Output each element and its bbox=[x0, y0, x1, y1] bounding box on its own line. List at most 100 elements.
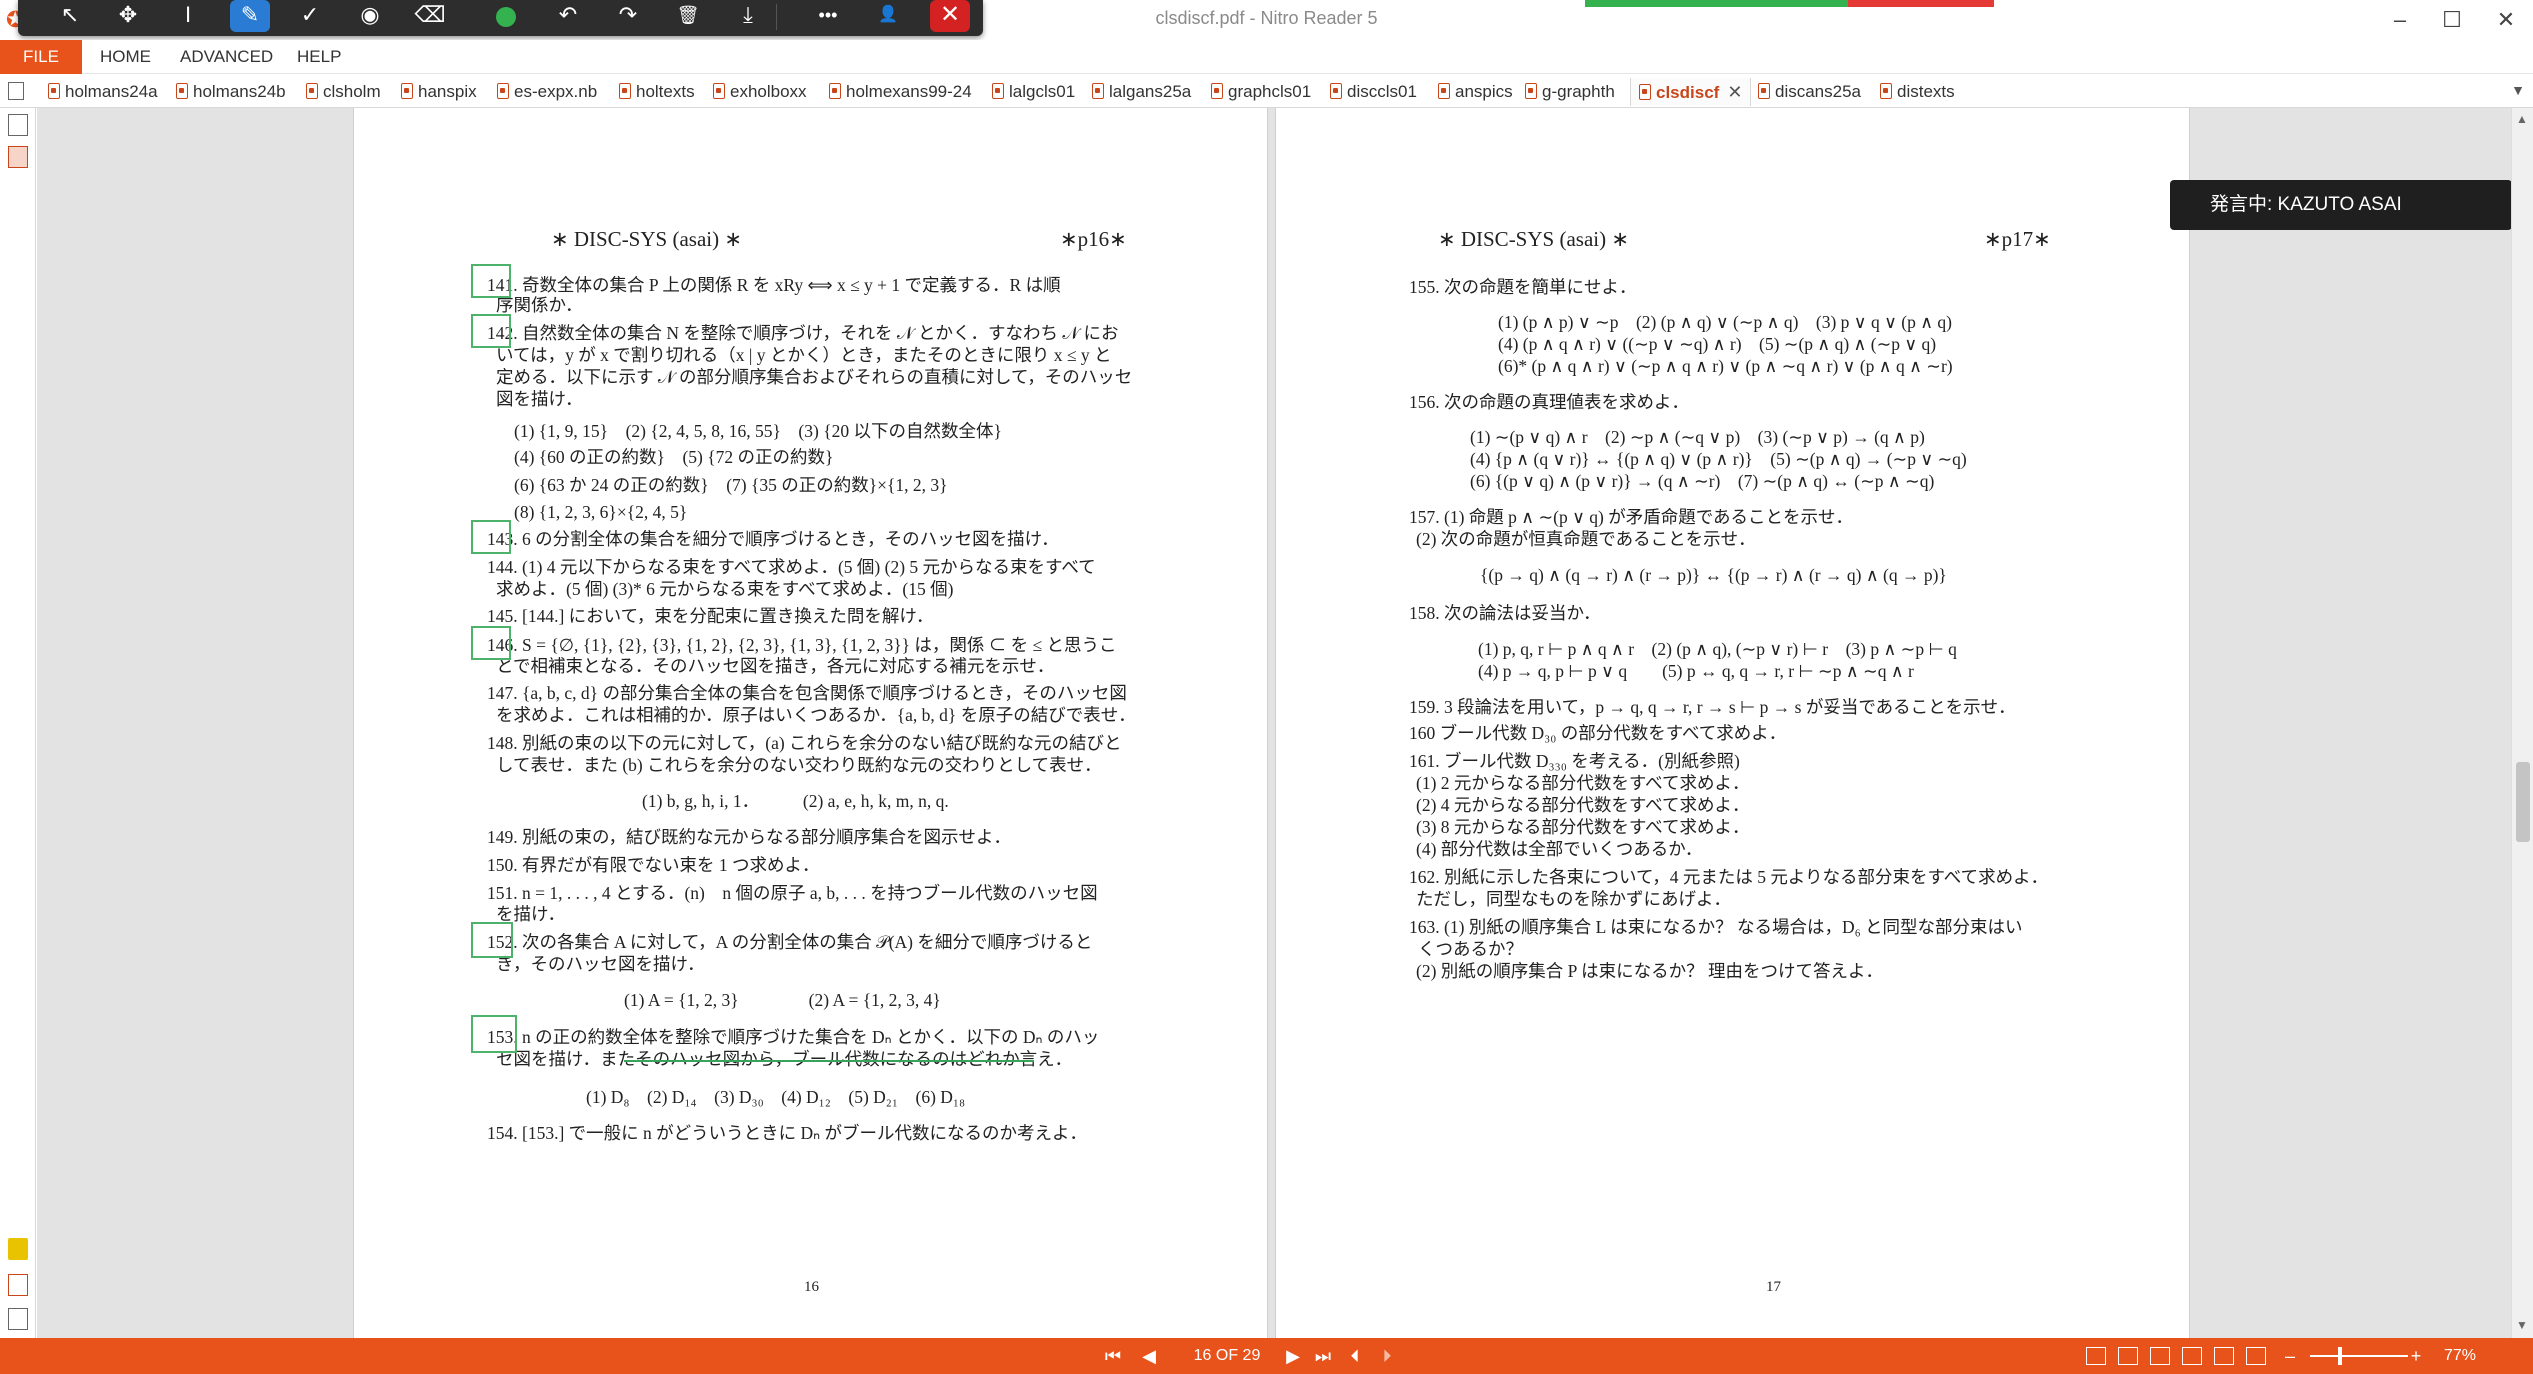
zoom-slider-thumb[interactable] bbox=[2338, 1347, 2342, 1365]
menu-file[interactable]: FILE bbox=[0, 40, 82, 74]
single-page-view-icon[interactable] bbox=[2086, 1347, 2106, 1365]
text-line: (1) (p ∧ p) ∨ ∼p (2) (p ∧ q) ∨ (∼p ∧ q) … bbox=[1498, 312, 1953, 332]
continuous-facing-view-icon[interactable] bbox=[2182, 1347, 2202, 1365]
annotation-box[interactable] bbox=[471, 520, 511, 554]
pdf-file-icon bbox=[497, 83, 509, 99]
text-line: (6)* (p ∧ q ∧ r) ∨ (∼p ∧ q ∧ r) ∨ (p ∧ ∼… bbox=[1498, 356, 1953, 376]
page-indicator[interactable]: 16 OF 29 bbox=[1180, 1344, 1274, 1368]
zoom-in-button[interactable]: + bbox=[2406, 1344, 2426, 1368]
menu-help[interactable]: HELP bbox=[297, 40, 341, 74]
undo-icon[interactable]: ↶ bbox=[548, 0, 588, 32]
previous-page-icon[interactable]: ◀ bbox=[1134, 1344, 1164, 1368]
tab-holmans24b[interactable]: holmans24b bbox=[176, 78, 286, 106]
page-thumbnails-icon[interactable] bbox=[8, 114, 28, 136]
next-page-icon[interactable]: ▶ bbox=[1278, 1344, 1308, 1368]
facing-view-icon[interactable] bbox=[2150, 1347, 2170, 1365]
tab-label: holtexts bbox=[636, 82, 695, 101]
tab-overflow-icon[interactable]: ▼ bbox=[2511, 82, 2525, 98]
color-dot-icon[interactable] bbox=[496, 7, 516, 27]
tab-close-icon[interactable]: ✕ bbox=[1727, 82, 1742, 102]
tab-holmans24a[interactable]: holmans24a bbox=[48, 78, 158, 106]
tab-holmexans99-24[interactable]: holmexans99-24 bbox=[829, 78, 972, 106]
document-view[interactable]: ∗ DISC-SYS (asai) ∗ ∗p16∗ 141. 奇数全体の集合 P… bbox=[37, 108, 2511, 1338]
window-close-button[interactable]: ✕ bbox=[2478, 2, 2533, 38]
tab-lalgans25a[interactable]: lalgans25a bbox=[1092, 78, 1191, 106]
menu-advanced[interactable]: ADVANCED bbox=[180, 40, 273, 74]
text-line: 162. 別紙に示した各束について，4 元または 5 元よりなる部分束をすべて求… bbox=[1409, 867, 2049, 887]
maximize-button[interactable]: ☐ bbox=[2424, 2, 2480, 38]
annotation-box[interactable] bbox=[471, 1015, 517, 1053]
minimize-button[interactable]: – bbox=[2372, 2, 2428, 38]
text-line: 148. 別紙の束の以下の元に対して，(a) これらを余分のない結び既約な元の結… bbox=[487, 733, 1122, 753]
check-icon[interactable]: ✓ bbox=[290, 0, 330, 32]
scroll-up-icon[interactable]: ▲ bbox=[2516, 112, 2528, 126]
more-icon[interactable]: ••• bbox=[808, 0, 848, 32]
annotation-box[interactable] bbox=[471, 922, 513, 958]
tab-label: lalgcls01 bbox=[1009, 82, 1076, 101]
tab-label: lalgans25a bbox=[1109, 82, 1192, 101]
zoom-slider-track[interactable] bbox=[2310, 1355, 2408, 1357]
tab-discans25a[interactable]: discans25a bbox=[1758, 78, 1861, 106]
tab-disccls01[interactable]: disccls01 bbox=[1330, 78, 1417, 106]
tab-label: holmans24a bbox=[65, 82, 158, 101]
download-icon[interactable]: ⤓ bbox=[728, 0, 768, 32]
text-line: {(p → q) ∧ (q → r) ∧ (r → p)} ↔ {(p → r)… bbox=[1480, 565, 1947, 585]
annotation-box[interactable] bbox=[471, 314, 511, 348]
page-header-right: ∗p17∗ bbox=[1984, 227, 2051, 251]
tab-hanspix[interactable]: hanspix bbox=[401, 78, 477, 106]
text-line: を求めよ．これは相補的か．原子はいくつあるか．{a, b, d} を原子の結びで… bbox=[496, 705, 1136, 725]
move-icon[interactable]: ✥ bbox=[108, 0, 148, 32]
tab-holtexts[interactable]: holtexts bbox=[619, 78, 695, 106]
text-line: 163. (1) 別紙の順序集合 L は束になるか？ なる場合は，D₆ と同型な… bbox=[1409, 917, 2023, 937]
tab-g-graphth[interactable]: g-graphth bbox=[1525, 78, 1615, 106]
eraser-icon[interactable]: ⌫ bbox=[410, 0, 450, 32]
stamp-icon[interactable]: ◉ bbox=[350, 0, 390, 32]
layers-icon[interactable] bbox=[8, 1308, 28, 1330]
text-line: き，そのハッセ図を描け． bbox=[496, 954, 705, 974]
pointer-icon[interactable]: ↖ bbox=[50, 0, 90, 32]
close-icon[interactable]: ✕ bbox=[930, 0, 970, 32]
tab-lalgcls01[interactable]: lalgcls01 bbox=[992, 78, 1075, 106]
vertical-scrollbar[interactable]: ▲ ▼ bbox=[2511, 108, 2533, 1338]
back-view-icon[interactable]: ⏴ bbox=[1340, 1344, 1370, 1368]
pdf-file-icon bbox=[713, 83, 725, 99]
text-line: 141. 奇数全体の集合 P 上の関係 R を xRy ⟺ x ≤ y + 1 … bbox=[487, 275, 1061, 295]
first-page-icon[interactable]: ⏮ bbox=[1098, 1344, 1128, 1368]
forward-view-icon[interactable]: ⏵ bbox=[1372, 1344, 1402, 1368]
text-line: 154. [153.] で一般に n がどういうときに Dₙ がブール代数になる… bbox=[487, 1123, 1088, 1143]
scrollbar-thumb[interactable] bbox=[2516, 762, 2530, 842]
text-line: (1) b, g, h, i, 1． (2) a, e, h, k, m, n,… bbox=[642, 791, 949, 811]
text-line: (4) p → q, p ⊢ p ∨ q (5) p ↔ q, q → r, r… bbox=[1478, 661, 1914, 681]
tab-clsholm[interactable]: clsholm bbox=[306, 78, 381, 106]
tab-exholboxx[interactable]: exholboxx bbox=[713, 78, 807, 106]
comments-icon[interactable] bbox=[8, 1238, 28, 1260]
pdf-file-icon bbox=[306, 83, 318, 99]
fit-page-icon[interactable] bbox=[2246, 1347, 2266, 1365]
scroll-down-icon[interactable]: ▼ bbox=[2516, 1318, 2528, 1332]
last-page-icon[interactable]: ⏭ bbox=[1308, 1344, 1338, 1368]
user-settings-icon[interactable]: 👤 bbox=[868, 0, 908, 32]
annotation-box[interactable] bbox=[471, 626, 511, 660]
tab-anspics[interactable]: anspics bbox=[1438, 78, 1513, 106]
redo-icon[interactable]: ↷ bbox=[608, 0, 648, 32]
menu-home[interactable]: HOME bbox=[100, 40, 151, 74]
attachments-icon[interactable] bbox=[8, 1274, 28, 1296]
bookmarks-icon[interactable] bbox=[8, 146, 28, 168]
pen-icon[interactable]: ✎ bbox=[230, 0, 270, 32]
text-line: セ図を描け．またそのハッセ図から，ブール代数になるのはどれか言え． bbox=[496, 1049, 1073, 1069]
document-tab-bar: holmans24a holmans24b clsholm hanspix es… bbox=[0, 74, 2533, 108]
text-line: 図を描け． bbox=[496, 389, 583, 409]
tab-distexts[interactable]: distexts bbox=[1880, 78, 1955, 106]
tab-es-expx[interactable]: es-expx.nb bbox=[497, 78, 597, 106]
tab-clsdiscf[interactable]: clsdiscf ✕ bbox=[1630, 78, 1752, 106]
continuous-view-icon[interactable] bbox=[2118, 1347, 2138, 1365]
fit-width-icon[interactable] bbox=[2214, 1347, 2234, 1365]
text-cursor-icon[interactable]: I bbox=[168, 0, 208, 32]
trash-icon[interactable]: 🗑 bbox=[668, 0, 708, 32]
annotation-strikethrough[interactable] bbox=[624, 1060, 1034, 1062]
tab-graphcls01[interactable]: graphcls01 bbox=[1211, 78, 1311, 106]
zoom-level[interactable]: 77% bbox=[2444, 1344, 2494, 1368]
zoom-out-button[interactable]: – bbox=[2280, 1344, 2300, 1368]
annotation-box[interactable] bbox=[471, 264, 511, 298]
document-list-icon[interactable] bbox=[8, 82, 24, 100]
